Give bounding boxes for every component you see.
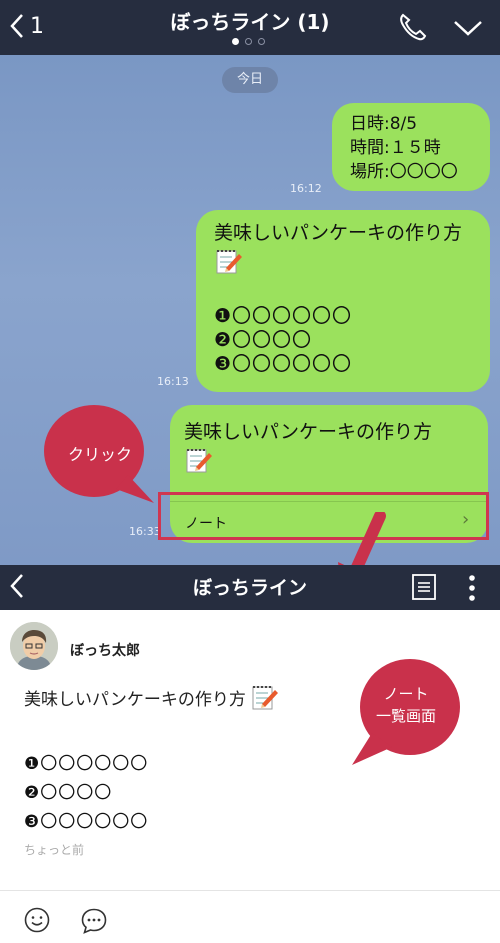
page-dot — [232, 38, 239, 45]
message-bubble[interactable]: 美味しいパンケーキの作り方 ❶〇〇〇〇〇〇 ❷〇〇〇〇 ❸〇〇〇〇〇〇 — [196, 210, 490, 392]
date-separator: 今日 — [222, 67, 278, 93]
memo-icon — [252, 686, 278, 710]
more-options-button[interactable] — [465, 573, 479, 603]
smiley-icon — [24, 907, 50, 933]
note-action-bar — [0, 890, 500, 943]
message-line: 時間:１５時 — [350, 138, 441, 158]
note-content: ❶〇〇〇〇〇〇 ❷〇〇〇〇 ❸〇〇〇〇〇〇 — [24, 750, 148, 837]
phone-icon — [400, 13, 427, 41]
call-button[interactable] — [397, 12, 429, 42]
callout-text: ノート — [383, 685, 429, 703]
page-indicator — [232, 38, 265, 45]
note-timestamp: ちょっと前 — [24, 843, 85, 857]
message-timestamp: 16:33 — [129, 525, 161, 538]
note-list-callout: ノート 一覧画面 — [350, 655, 462, 767]
more-vertical-icon — [469, 575, 475, 601]
list-button[interactable] — [412, 574, 436, 600]
click-callout: クリック — [42, 403, 154, 503]
note-title-row: 美味しいパンケーキの作り方 — [24, 682, 280, 712]
note-link-highlight — [158, 492, 489, 540]
note-line: ❸〇〇〇〇〇〇 — [24, 812, 149, 832]
message-timestamp: 16:12 — [290, 182, 322, 195]
menu-dropdown-button[interactable] — [452, 16, 484, 40]
memo-icon — [186, 449, 212, 473]
note-line: ❶〇〇〇〇〇〇 — [24, 754, 149, 774]
callout-text-block: ノート 一覧画面 — [360, 683, 452, 727]
chevron-down-icon — [454, 21, 482, 36]
page-dot — [245, 38, 252, 45]
message-line: ❷〇〇〇〇 — [214, 329, 313, 351]
comment-button[interactable] — [80, 907, 108, 935]
message-title: 美味しいパンケーキの作り方 — [184, 421, 432, 443]
callout-text: 一覧画面 — [375, 707, 436, 725]
page-dot — [258, 38, 265, 45]
callout-text: クリック — [67, 445, 132, 464]
message-bubble[interactable]: 日時:8/5 時間:１５時 場所:〇〇〇〇 — [332, 103, 490, 191]
user-avatar-icon — [10, 622, 58, 670]
message-line: 日時:8/5 — [350, 114, 418, 134]
like-button[interactable] — [24, 907, 50, 933]
message-line: ❶〇〇〇〇〇〇 — [214, 305, 353, 327]
message-timestamp: 16:13 — [157, 375, 189, 388]
author-name[interactable]: ぼっち太郎 — [70, 640, 140, 660]
chat-header: 1 ぼっちライン (1) — [0, 0, 500, 55]
list-icon — [412, 574, 436, 600]
note-header: ぼっちライン — [0, 565, 500, 610]
message-line: 場所:〇〇〇〇 — [350, 162, 458, 182]
note-line: ❷〇〇〇〇 — [24, 783, 113, 803]
comment-icon — [81, 908, 107, 934]
avatar[interactable] — [10, 622, 58, 670]
note-title: 美味しいパンケーキの作り方 — [24, 689, 246, 710]
message-line: ❸〇〇〇〇〇〇 — [214, 353, 353, 375]
memo-icon — [216, 250, 242, 274]
message-title: 美味しいパンケーキの作り方 — [214, 222, 462, 244]
